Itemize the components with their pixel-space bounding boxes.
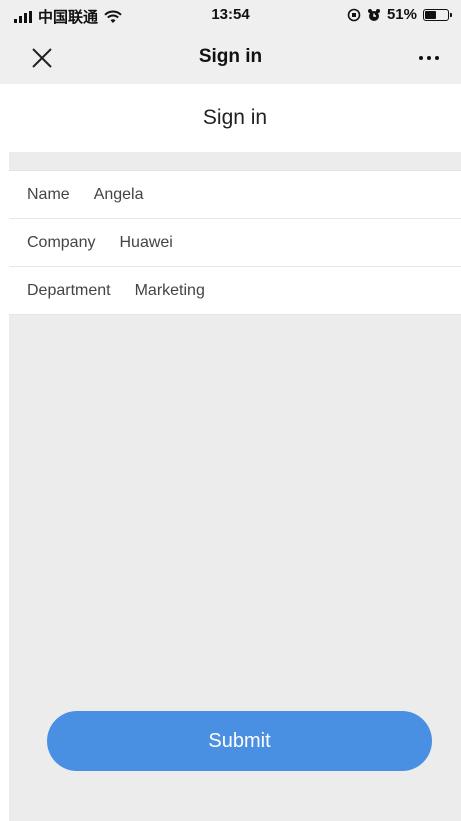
nav-bar: Sign in <box>0 32 461 84</box>
alarm-icon <box>367 8 380 21</box>
battery-icon <box>423 8 452 21</box>
nav-title: Sign in <box>198 46 263 67</box>
status-right: 51% <box>347 6 452 23</box>
department-value[interactable]: Marketing <box>135 282 205 300</box>
app-screen: 中国联通 13:54 51% Sign in Sign in Name Ange… <box>0 0 461 821</box>
more-icon-dot <box>419 56 423 60</box>
battery-fill <box>425 10 436 19</box>
form-row-name[interactable]: Name Angela <box>9 171 461 219</box>
orientation-lock-icon <box>347 8 361 21</box>
more-icon-dot <box>435 56 439 60</box>
company-value[interactable]: Huawei <box>119 234 172 252</box>
battery-percent: 51% <box>386 6 417 23</box>
department-label: Department <box>27 281 111 299</box>
name-label: Name <box>27 185 70 203</box>
more-icon-dot <box>427 56 431 60</box>
status-bar: 中国联通 13:54 51% <box>0 0 461 32</box>
form-row-company[interactable]: Company Huawei <box>9 219 461 267</box>
name-value[interactable]: Angela <box>94 186 144 204</box>
more-button[interactable] <box>413 44 445 72</box>
section-divider <box>9 152 461 170</box>
form-row-department[interactable]: Department Marketing <box>9 267 461 315</box>
page-title: Sign in <box>9 84 461 152</box>
company-label: Company <box>27 233 96 251</box>
submit-button[interactable]: Submit <box>47 711 432 771</box>
sign-in-form: Name Angela Company Huawei Department Ma… <box>9 170 461 315</box>
